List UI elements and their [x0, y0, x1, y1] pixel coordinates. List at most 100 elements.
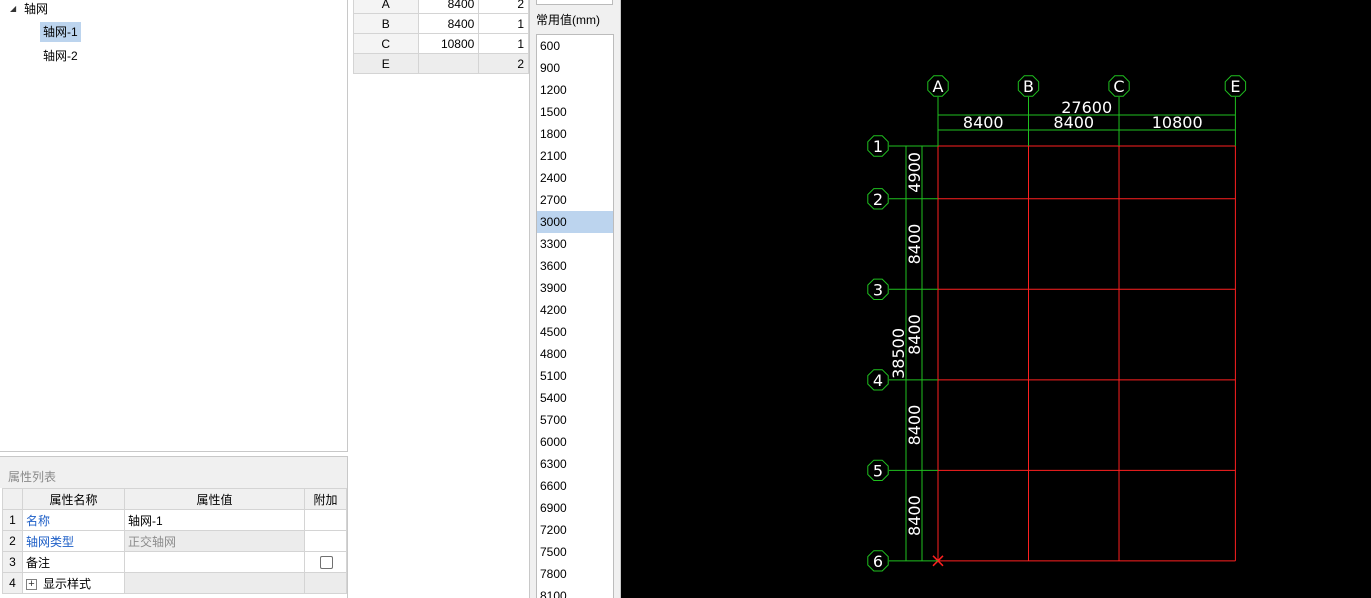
axis-grid-drawing[interactable]: A B C E123456276008400 8400 10800385004900840… — [621, 0, 1371, 598]
common-value-item[interactable]: 3300 — [537, 233, 613, 255]
property-table: 属性名称 属性值 附加 1 名称 轴网-1 2 轴网类型 正交轴网 3 备注 4… — [2, 488, 347, 594]
remark-extra-checkbox[interactable] — [320, 556, 333, 570]
property-name-value[interactable]: 轴网-1 — [124, 509, 305, 531]
common-value-item[interactable]: 5400 — [537, 387, 613, 409]
common-value-item[interactable]: 6900 — [537, 497, 613, 519]
common-value-item[interactable]: 6300 — [537, 453, 613, 475]
property-name-label: 名称 — [22, 509, 125, 531]
common-value-item[interactable]: 900 — [537, 57, 613, 79]
common-value-item[interactable]: 4800 — [537, 343, 613, 365]
common-value-item[interactable]: 3600 — [537, 255, 613, 277]
dim-text-left-segment: 4900 — [905, 152, 924, 193]
row-index: 3 — [2, 551, 23, 573]
axis-name-cell[interactable]: C — [353, 33, 419, 54]
property-name-extra — [304, 509, 347, 531]
common-values-list[interactable]: 600 900 1200 1500 1800 2100 2400 2700 3000 3300 36… — [536, 34, 614, 598]
property-remark-value[interactable] — [124, 551, 305, 573]
display-style-text: 显示样式 — [43, 576, 92, 591]
axis-row[interactable]: B 8400 1 — [353, 13, 529, 34]
common-value-item[interactable]: 3000 — [537, 211, 613, 233]
axis-name-cell[interactable]: A — [353, 0, 419, 14]
row-index: 2 — [2, 530, 23, 552]
header-index — [2, 488, 23, 510]
property-display-style-value — [124, 572, 305, 594]
axis-level-cell[interactable]: 2 — [478, 53, 529, 74]
expand-plus-icon[interactable]: + — [26, 578, 37, 590]
property-display-style-label: + 显示样式 — [22, 572, 125, 594]
axis-label-col: C — [1113, 77, 1124, 96]
axis-name-cell[interactable]: E — [353, 53, 419, 74]
axis-grid-tree: ◢ 轴网 轴网-1 轴网-2 — [0, 0, 348, 452]
property-display-style-extra — [304, 572, 347, 594]
axis-spacing-table-panel: A 8400 2 B 8400 1 C 10800 1 E 2 — [353, 0, 530, 598]
axis-level-cell[interactable]: 1 — [478, 33, 529, 54]
axis-distance-cell[interactable]: 8400 — [417, 13, 480, 34]
common-value-item[interactable]: 2400 — [537, 167, 613, 189]
tree-item-axis-grid-1[interactable]: 轴网-1 — [40, 22, 81, 42]
axis-label-row: 5 — [873, 461, 883, 480]
dim-text-left-segment: 8400 — [905, 314, 924, 355]
property-grid-type-label: 轴网类型 — [22, 530, 125, 552]
property-grid-type-extra — [304, 530, 347, 552]
axis-row[interactable]: A 8400 2 — [353, 0, 529, 14]
common-value-item[interactable]: 5700 — [537, 409, 613, 431]
axis-distance-cell[interactable] — [417, 53, 480, 74]
axis-label-col: A — [933, 77, 944, 96]
top-input-stub[interactable] — [536, 0, 613, 5]
dim-text-top-segment: 8400 — [1053, 113, 1094, 132]
common-value-item[interactable]: 6000 — [537, 431, 613, 453]
axis-label-row: 4 — [873, 371, 883, 390]
property-remark-extra — [304, 551, 347, 573]
axis-level-cell[interactable]: 2 — [478, 0, 529, 14]
row-index: 4 — [2, 572, 23, 594]
common-value-item[interactable]: 1800 — [537, 123, 613, 145]
axis-spacing-table: A 8400 2 B 8400 1 C 10800 1 E 2 — [353, 0, 529, 74]
common-value-item[interactable]: 7200 — [537, 519, 613, 541]
common-value-item[interactable]: 7800 — [537, 563, 613, 585]
common-value-item[interactable]: 600 — [537, 35, 613, 57]
property-row-remark: 3 备注 — [2, 551, 347, 573]
tree-root-node[interactable]: ◢ 轴网 — [10, 1, 48, 17]
triangle-down-icon[interactable]: ◢ — [10, 1, 20, 17]
common-value-item[interactable]: 4500 — [537, 321, 613, 343]
property-table-header: 属性名称 属性值 附加 — [2, 488, 347, 510]
common-value-item[interactable]: 1200 — [537, 79, 613, 101]
property-grid-type-value: 正交轴网 — [124, 530, 305, 552]
common-value-item[interactable]: 4200 — [537, 299, 613, 321]
dim-text-top-segment: 8400 — [963, 113, 1004, 132]
common-value-item[interactable]: 2700 — [537, 189, 613, 211]
tree-item-axis-grid-2[interactable]: 轴网-2 — [40, 46, 81, 66]
dim-text-left-segment: 8400 — [905, 405, 924, 446]
common-value-item[interactable]: 3900 — [537, 277, 613, 299]
property-row-display-style: 4 + 显示样式 — [2, 572, 347, 594]
axis-level-cell[interactable]: 1 — [478, 13, 529, 34]
header-property-value: 属性值 — [124, 488, 305, 510]
property-panel-title: 属性列表 — [0, 456, 347, 488]
common-value-item[interactable]: 1500 — [537, 101, 613, 123]
common-value-item[interactable]: 2100 — [537, 145, 613, 167]
axis-name-cell[interactable]: B — [353, 13, 419, 34]
cad-drawing-canvas[interactable]: A B C E 1 2 3 4 5 6 27600 8400 8400 10800 38500 4900 840… — [621, 0, 1371, 598]
property-row-name: 1 名称 轴网-1 — [2, 509, 347, 531]
axis-distance-cell[interactable]: 10800 — [417, 33, 480, 54]
axis-distance-cell[interactable]: 8400 — [417, 0, 480, 14]
axis-label-col: B — [1023, 77, 1034, 96]
property-remark-label: 备注 — [22, 551, 125, 573]
dim-text-left-segment: 8400 — [905, 224, 924, 265]
header-extra: 附加 — [304, 488, 347, 510]
axis-label-row: 6 — [873, 552, 883, 571]
common-value-item[interactable]: 8100 — [537, 585, 613, 598]
dim-text-left-segment: 8400 — [905, 495, 924, 536]
dim-text-top-segment: 10800 — [1152, 113, 1203, 132]
axis-row[interactable]: E 2 — [353, 53, 529, 74]
axis-label-row: 1 — [873, 137, 883, 156]
common-values-title: 常用值(mm) — [536, 13, 600, 27]
common-value-item[interactable]: 6600 — [537, 475, 613, 497]
common-value-item[interactable]: 7500 — [537, 541, 613, 563]
common-value-item[interactable]: 5100 — [537, 365, 613, 387]
axis-label-col: E — [1230, 77, 1240, 96]
axis-row[interactable]: C 10800 1 — [353, 33, 529, 54]
app-window: ◢ 轴网 轴网-1 轴网-2 属性列表 属性名称 属性值 附加 1 名称 轴网-1… — [0, 0, 1371, 598]
tree-root-label: 轴网 — [24, 2, 49, 16]
common-values-panel: 常用值(mm) 600 900 1200 1500 1800 2100 2400 2700 30… — [530, 0, 621, 598]
